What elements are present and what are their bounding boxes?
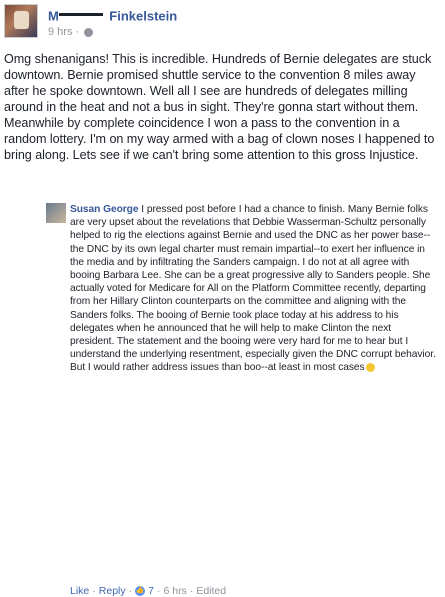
- separator: ·: [156, 585, 161, 597]
- reply-timestamp[interactable]: 6 hrs: [163, 585, 186, 597]
- author-avatar[interactable]: [4, 4, 38, 38]
- reply-actions: Like · Reply · 👍 7 · 6 hrs · Edited: [70, 585, 226, 597]
- post-text: Omg shenanigans! This is incredible. Hun…: [4, 52, 435, 162]
- thumbs-up-icon[interactable]: 👍: [135, 586, 146, 596]
- reply-body: Susan George I pressed post before I had…: [70, 203, 436, 375]
- like-count[interactable]: 7: [148, 585, 154, 597]
- author-name[interactable]: M Finkelstein: [48, 7, 177, 23]
- edited-label[interactable]: Edited: [196, 585, 226, 597]
- reply-text: I pressed post before I had a chance to …: [70, 204, 436, 374]
- post-meta: 9 hrs ·: [48, 26, 94, 38]
- separator: ·: [189, 585, 194, 597]
- like-link[interactable]: Like: [70, 585, 89, 597]
- reply-link[interactable]: Reply: [99, 585, 126, 597]
- smile-emoji-icon: [365, 363, 375, 373]
- redaction-bar: [58, 13, 103, 17]
- separator: ·: [75, 26, 80, 38]
- reply-author[interactable]: Susan George: [70, 204, 139, 215]
- post-header: M Finkelstein 9 hrs ·: [4, 4, 441, 42]
- globe-icon[interactable]: [84, 27, 94, 37]
- separator: ·: [128, 585, 133, 597]
- post-timestamp[interactable]: 9 hrs: [48, 26, 72, 38]
- separator: ·: [92, 585, 96, 597]
- reply-avatar[interactable]: [46, 203, 66, 223]
- author-last-name[interactable]: Finkelstein: [109, 8, 177, 23]
- author-first-initial[interactable]: M: [48, 8, 59, 23]
